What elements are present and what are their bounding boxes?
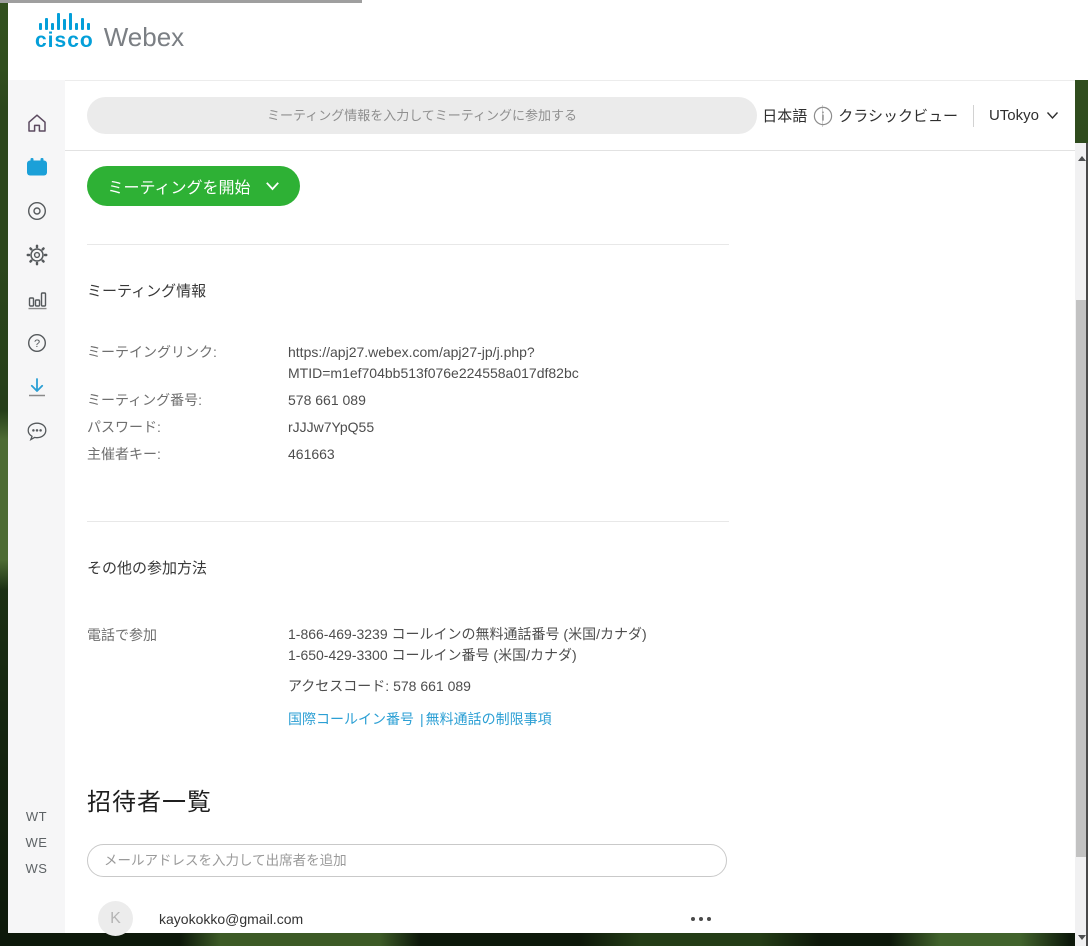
sidebar-item-home[interactable] <box>24 110 50 136</box>
host-key-row: 主催者キー: 461663 <box>87 444 1075 465</box>
phone-links: 国際コールイン番号 |無料通話の制限事項 <box>288 709 1075 729</box>
meeting-info-rows: ミーテイングリンク: https://apj27.webex.com/apj27… <box>87 342 1075 465</box>
host-key-value: 461663 <box>288 444 335 465</box>
main-panel: 日本語 クラシックビュー UTokyo ミーティングを開始 ミーティング情報 ミ… <box>65 80 1075 933</box>
account-name: UTokyo <box>989 107 1039 124</box>
sidebar-bottom-labels: WT WE WS <box>8 804 65 882</box>
avatar: K <box>98 901 133 936</box>
webex-logo: cisco Webex <box>35 12 184 51</box>
meeting-link-row: ミーテイングリンク: https://apj27.webex.com/apj27… <box>87 342 1075 384</box>
add-attendee-input[interactable] <box>87 844 727 877</box>
access-code: アクセスコード: 578 661 089 <box>288 676 1075 696</box>
bar-chart-icon <box>25 287 49 311</box>
search-row: 日本語 クラシックビュー UTokyo <box>65 81 1075 151</box>
meeting-info-title: ミーティング情報 <box>87 280 1075 301</box>
window-top-edge <box>0 0 362 3</box>
info-icon[interactable] <box>813 106 833 126</box>
sidebar-item-meetings[interactable] <box>24 154 50 180</box>
download-icon <box>25 375 49 399</box>
meeting-number-row: ミーティング番号: 578 661 089 <box>87 390 1075 411</box>
cisco-logo-icon: cisco <box>35 12 94 51</box>
start-meeting-label: ミーティングを開始 <box>107 174 250 198</box>
divider <box>87 244 729 245</box>
cisco-bars-icon <box>39 12 90 30</box>
nav-separator <box>973 105 974 127</box>
label-wt: WT <box>8 804 65 830</box>
triangle-down-icon <box>1078 935 1086 940</box>
tollfree-restrictions-link[interactable]: 無料通話の制限事項 <box>426 711 552 727</box>
cisco-wordmark: cisco <box>35 31 94 51</box>
sidebar-item-recordings[interactable] <box>24 198 50 224</box>
webex-wordmark: Webex <box>104 24 184 51</box>
password-value: rJJJw7YpQ55 <box>288 417 374 438</box>
meeting-page-content: ミーティングを開始 ミーティング情報 ミーテイングリンク: https://ap… <box>65 151 1075 936</box>
sidebar-item-downloads[interactable] <box>24 374 50 400</box>
sidebar-item-insights[interactable] <box>24 286 50 312</box>
chevron-down-icon <box>1046 111 1059 120</box>
global-callin-link[interactable]: 国際コールイン番号 <box>288 711 414 727</box>
attendee-email: kayokokko@gmail.com <box>159 911 303 927</box>
chevron-down-icon <box>265 181 280 191</box>
label-ws: WS <box>8 856 65 882</box>
invitees-title: 招待者一覧 <box>87 782 1075 817</box>
language-link[interactable]: 日本語 <box>762 105 807 126</box>
meeting-number-value: 578 661 089 <box>288 390 366 411</box>
attendee-row: K kayokokko@gmail.com <box>87 901 729 936</box>
chat-bubble-icon <box>25 419 49 443</box>
account-menu[interactable]: UTokyo <box>989 107 1059 124</box>
sidebar-item-preferences[interactable] <box>24 242 50 268</box>
meeting-number-label: ミーティング番号: <box>87 390 288 411</box>
sidebar-item-help[interactable]: ? <box>24 330 50 356</box>
tollfree-number: 1-866-469-3239 コールインの無料通話番号 (米国/カナダ) <box>288 624 647 645</box>
app-header: cisco Webex <box>8 0 1088 80</box>
start-meeting-button[interactable]: ミーティングを開始 <box>87 166 300 206</box>
other-join-title: その他の参加方法 <box>87 557 1075 578</box>
label-we: WE <box>8 830 65 856</box>
record-icon <box>25 199 49 223</box>
sidebar-item-feedback[interactable] <box>24 418 50 444</box>
meeting-link-label: ミーテイングリンク: <box>87 342 288 384</box>
join-meeting-search-input[interactable] <box>87 97 757 134</box>
help-icon: ? <box>25 331 49 355</box>
phone-numbers: 1-866-469-3239 コールインの無料通話番号 (米国/カナダ) 1-6… <box>288 624 647 666</box>
meeting-link-value: https://apj27.webex.com/apj27-jp/j.php? … <box>288 342 579 384</box>
more-options-button[interactable] <box>685 911 717 927</box>
join-by-phone-row: 電話で参加 1-866-469-3239 コールインの無料通話番号 (米国/カナ… <box>87 624 1075 666</box>
callin-number: 1-650-429-3300 コールイン番号 (米国/カナダ) <box>288 645 647 666</box>
sidebar: ? WT WE WS <box>8 80 65 933</box>
svg-text:?: ? <box>33 338 39 350</box>
triangle-up-icon <box>1078 156 1086 161</box>
host-key-label: 主催者キー: <box>87 444 288 465</box>
gear-icon <box>25 243 49 267</box>
link-separator: | <box>420 711 424 727</box>
calendar-icon <box>24 154 50 180</box>
home-icon <box>25 111 49 135</box>
join-by-phone-label: 電話で参加 <box>87 624 288 666</box>
classic-view-link[interactable]: クラシックビュー <box>838 105 958 126</box>
divider <box>87 521 729 522</box>
password-row: パスワード: rJJJw7YpQ55 <box>87 417 1075 438</box>
top-nav: 日本語 クラシックビュー UTokyo <box>762 105 1075 127</box>
password-label: パスワード: <box>87 417 288 438</box>
